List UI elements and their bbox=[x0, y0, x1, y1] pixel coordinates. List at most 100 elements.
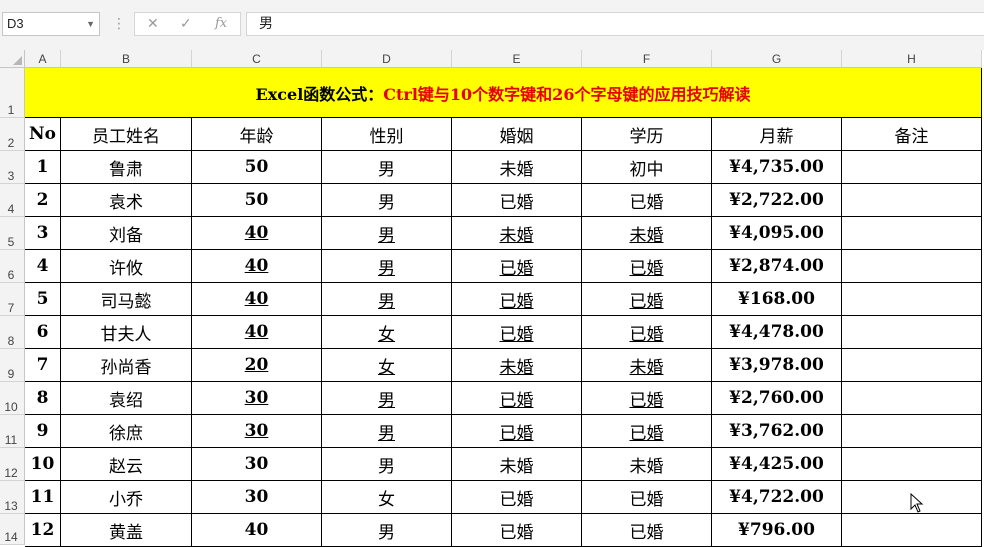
note-cell[interactable] bbox=[842, 415, 982, 448]
age-cell[interactable]: 40 bbox=[192, 217, 322, 250]
education-cell[interactable]: 已婚 bbox=[582, 514, 712, 547]
name-cell[interactable]: 袁绍 bbox=[61, 382, 192, 415]
note-cell[interactable] bbox=[842, 217, 982, 250]
column-header-d[interactable]: D bbox=[322, 50, 452, 68]
row-header-5[interactable]: 5 bbox=[0, 217, 25, 250]
header-cell[interactable]: 性别 bbox=[322, 118, 452, 151]
header-cell[interactable]: 备注 bbox=[842, 118, 982, 151]
education-cell[interactable]: 未婚 bbox=[582, 217, 712, 250]
age-cell[interactable]: 40 bbox=[192, 250, 322, 283]
no-cell[interactable]: 2 bbox=[25, 184, 61, 217]
age-cell[interactable]: 40 bbox=[192, 316, 322, 349]
name-cell[interactable]: 甘夫人 bbox=[61, 316, 192, 349]
age-cell[interactable]: 20 bbox=[192, 349, 322, 382]
age-cell[interactable]: 30 bbox=[192, 448, 322, 481]
gender-cell[interactable]: 男 bbox=[322, 448, 452, 481]
age-cell[interactable]: 30 bbox=[192, 415, 322, 448]
name-cell[interactable]: 许攸 bbox=[61, 250, 192, 283]
marriage-cell[interactable]: 未婚 bbox=[452, 349, 582, 382]
marriage-cell[interactable]: 已婚 bbox=[452, 283, 582, 316]
marriage-cell[interactable]: 已婚 bbox=[452, 250, 582, 283]
row-header-4[interactable]: 4 bbox=[0, 184, 25, 217]
note-cell[interactable] bbox=[842, 514, 982, 547]
name-cell[interactable]: 小乔 bbox=[61, 481, 192, 514]
name-cell[interactable]: 鲁肃 bbox=[61, 151, 192, 184]
note-cell[interactable] bbox=[842, 382, 982, 415]
formula-input[interactable]: 男 bbox=[246, 12, 984, 36]
no-cell[interactable]: 5 bbox=[25, 283, 61, 316]
salary-cell[interactable]: ¥4,425.00 bbox=[712, 448, 842, 481]
no-cell[interactable]: 8 bbox=[25, 382, 61, 415]
enter-icon[interactable]: ✓ bbox=[180, 13, 192, 35]
salary-cell[interactable]: ¥2,874.00 bbox=[712, 250, 842, 283]
education-cell[interactable]: 未婚 bbox=[582, 448, 712, 481]
name-box[interactable]: D3 ▼ bbox=[2, 12, 100, 36]
note-cell[interactable] bbox=[842, 151, 982, 184]
column-header-b[interactable]: B bbox=[61, 50, 192, 68]
row-header-2[interactable]: 2 bbox=[0, 118, 25, 151]
gender-cell[interactable]: 男 bbox=[322, 151, 452, 184]
row-header-8[interactable]: 8 bbox=[0, 316, 25, 349]
no-cell[interactable]: 9 bbox=[25, 415, 61, 448]
header-cell[interactable]: 婚姻 bbox=[452, 118, 582, 151]
name-cell[interactable]: 孙尚香 bbox=[61, 349, 192, 382]
no-cell[interactable]: 4 bbox=[25, 250, 61, 283]
education-cell[interactable]: 已婚 bbox=[582, 316, 712, 349]
gender-cell[interactable]: 男 bbox=[322, 382, 452, 415]
row-header-13[interactable]: 13 bbox=[0, 481, 25, 514]
education-cell[interactable]: 已婚 bbox=[582, 283, 712, 316]
row-header-9[interactable]: 9 bbox=[0, 349, 25, 382]
no-cell[interactable]: 10 bbox=[25, 448, 61, 481]
note-cell[interactable] bbox=[842, 448, 982, 481]
marriage-cell[interactable]: 已婚 bbox=[452, 316, 582, 349]
name-cell[interactable]: 黄盖 bbox=[61, 514, 192, 547]
name-cell[interactable]: 刘备 bbox=[61, 217, 192, 250]
marriage-cell[interactable]: 已婚 bbox=[452, 514, 582, 547]
select-all-corner[interactable] bbox=[0, 50, 25, 68]
row-header-6[interactable]: 6 bbox=[0, 250, 25, 283]
column-header-h[interactable]: H bbox=[842, 50, 982, 68]
gender-cell[interactable]: 男 bbox=[322, 184, 452, 217]
salary-cell[interactable]: ¥796.00 bbox=[712, 514, 842, 547]
education-cell[interactable]: 已婚 bbox=[582, 250, 712, 283]
note-cell[interactable] bbox=[842, 316, 982, 349]
column-header-g[interactable]: G bbox=[712, 50, 842, 68]
title-cell[interactable]: Excel函数公式： Ctrl键与10个数字键和26个字母键的应用技巧解读 bbox=[25, 68, 982, 118]
gender-cell[interactable]: 男 bbox=[322, 283, 452, 316]
salary-cell[interactable]: ¥3,762.00 bbox=[712, 415, 842, 448]
education-cell[interactable]: 已婚 bbox=[582, 184, 712, 217]
row-header-1[interactable]: 1 bbox=[0, 68, 25, 118]
marriage-cell[interactable]: 已婚 bbox=[452, 382, 582, 415]
marriage-cell[interactable]: 未婚 bbox=[452, 217, 582, 250]
salary-cell[interactable]: ¥4,478.00 bbox=[712, 316, 842, 349]
row-header-10[interactable]: 10 bbox=[0, 382, 25, 415]
salary-cell[interactable]: ¥2,722.00 bbox=[712, 184, 842, 217]
education-cell[interactable]: 未婚 bbox=[582, 349, 712, 382]
age-cell[interactable]: 50 bbox=[192, 184, 322, 217]
no-cell[interactable]: 11 bbox=[25, 481, 61, 514]
row-header-7[interactable]: 7 bbox=[0, 283, 25, 316]
salary-cell[interactable]: ¥4,722.00 bbox=[712, 481, 842, 514]
gender-cell[interactable]: 女 bbox=[322, 481, 452, 514]
age-cell[interactable]: 30 bbox=[192, 382, 322, 415]
gender-cell[interactable]: 男 bbox=[322, 514, 452, 547]
name-cell[interactable]: 袁术 bbox=[61, 184, 192, 217]
salary-cell[interactable]: ¥168.00 bbox=[712, 283, 842, 316]
gender-cell[interactable]: 男 bbox=[322, 250, 452, 283]
more-options-icon[interactable]: ⋮ bbox=[112, 12, 126, 36]
header-cell[interactable]: 学历 bbox=[582, 118, 712, 151]
name-cell[interactable]: 赵云 bbox=[61, 448, 192, 481]
salary-cell[interactable]: ¥2,760.00 bbox=[712, 382, 842, 415]
no-cell[interactable]: 3 bbox=[25, 217, 61, 250]
salary-cell[interactable]: ¥4,095.00 bbox=[712, 217, 842, 250]
gender-cell[interactable]: 男 bbox=[322, 217, 452, 250]
cancel-icon[interactable]: ✕ bbox=[147, 13, 159, 35]
education-cell[interactable]: 已婚 bbox=[582, 415, 712, 448]
column-header-a[interactable]: A bbox=[25, 50, 61, 68]
age-cell[interactable]: 50 bbox=[192, 151, 322, 184]
marriage-cell[interactable]: 已婚 bbox=[452, 415, 582, 448]
gender-cell[interactable]: 女 bbox=[322, 349, 452, 382]
no-cell[interactable]: 12 bbox=[25, 514, 61, 547]
gender-cell[interactable]: 女 bbox=[322, 316, 452, 349]
marriage-cell[interactable]: 已婚 bbox=[452, 184, 582, 217]
